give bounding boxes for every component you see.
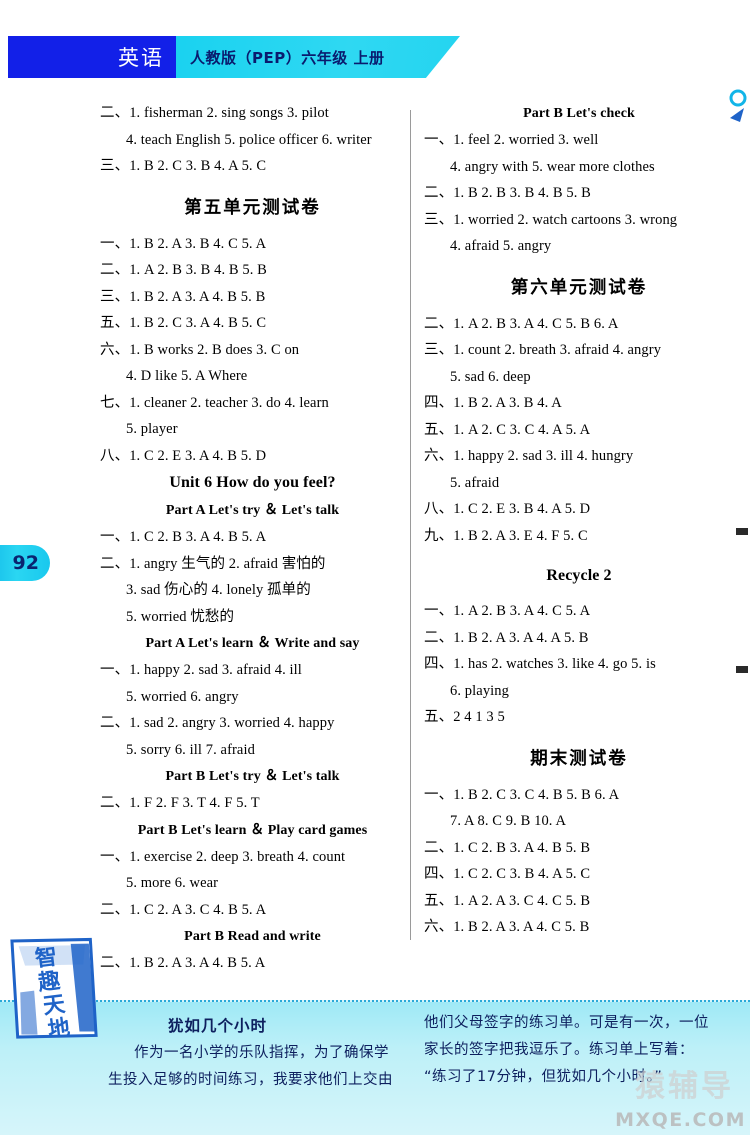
part-heading: Part B Read and write — [184, 929, 321, 944]
answer-line: 七、1. cleaner 2. teacher 3. do 4. learn — [100, 394, 329, 411]
answer-line: 二、1. C 2. A 3. C 4. B 5. A — [100, 901, 267, 918]
part-heading: Part A Let's try ＆ Let's talk — [165, 503, 340, 518]
answers-column-left: 二、1. fisherman 2. sing songs 3. pilot 4. … — [100, 100, 405, 977]
answer-line: 二、1. B 2. B 3. B 4. B 5. B — [424, 185, 591, 201]
answer-line: 4. afraid 5. angry — [450, 238, 552, 254]
answer-line: 5. afraid — [450, 474, 500, 491]
story-line: 作为一名小学的乐队指挥，为了确保学 — [134, 1045, 389, 1061]
answer-line: 一、1. A 2. B 3. A 4. C 5. A — [424, 603, 591, 619]
story-line: 家长的签字把我逗乐了。练习单上写着： — [424, 1042, 694, 1058]
answer-line: 八、1. C 2. E 3. A 4. B 5. D — [100, 447, 267, 464]
answer-line: 五、1. A 2. C 3. C 4. A 5. A — [424, 421, 591, 438]
answers-column-right: Part B Let's check 一、1. feel 2. worried 3… — [424, 100, 734, 941]
answer-line: 二、1. A 2. B 3. B 4. B 5. B — [100, 262, 267, 278]
unit-heading: Unit 6 How do you feel? — [169, 474, 336, 491]
answer-line: 六、1. B works 2. B does 3. C on — [100, 341, 300, 358]
answer-line: 四、1. has 2. watches 3. like 4. go 5. is — [424, 656, 656, 672]
answer-line: 4. teach English 5. police officer 6. wr… — [126, 131, 372, 148]
answer-line: 一、1. C 2. B 3. A 4. B 5. A — [100, 529, 267, 545]
story-title: 犹如几个小时 — [168, 1017, 268, 1035]
part-heading: Part B Let's try ＆ Let's talk — [165, 769, 340, 784]
answer-line: 3. sad 伤心的 4. lonely 孤单的 — [126, 582, 311, 598]
answer-line: 7. A 8. C 9. B 10. A — [450, 813, 567, 829]
answer-line: 4. angry with 5. wear more clothes — [450, 158, 655, 175]
footer-story-band: 犹如几个小时 作为一名小学的乐队指挥，为了确保学生投入足够的时间练习，我要求他们… — [0, 1000, 750, 1135]
story-text-left: 作为一名小学的乐队指挥，为了确保学生投入足够的时间练习，我要求他们上交由 — [108, 1040, 408, 1094]
column-divider — [410, 110, 411, 940]
ribbon-graphic: 智 趣 天 地 — [10, 937, 98, 1043]
answer-line: 四、1. C 2. C 3. B 4. A 5. C — [424, 866, 591, 882]
answer-line: 四、1. B 2. A 3. B 4. A — [424, 395, 562, 411]
answer-line: 二、1. fisherman 2. sing songs 3. pilot — [100, 105, 329, 121]
test-section-heading: 期末测试卷 — [530, 748, 628, 769]
edge-mark-icon — [736, 666, 748, 673]
answer-content: 二、1. fisherman 2. sing songs 3. pilot 4. … — [0, 100, 750, 980]
answer-line: 4. D like 5. A Where — [126, 368, 248, 384]
answer-line: 二、1. B 2. A 3. A 4. A 5. B — [424, 629, 589, 646]
watermark-cn: 猿辅导 — [635, 1069, 734, 1104]
part-heading: Part B Let's learn ＆ Play card games — [137, 822, 368, 838]
answer-line: 三、1. B 2. C 3. B 4. A 5. C — [100, 158, 267, 174]
edition-label: 人教版（PEP）六年级 上册 — [190, 48, 385, 67]
svg-text:智: 智 — [34, 944, 59, 972]
answer-line: 五、2 4 1 3 5 — [424, 709, 505, 725]
answer-line: 三、1. count 2. breath 3. afraid 4. angry — [424, 342, 662, 358]
answer-line: 一、1. B 2. A 3. B 4. C 5. A — [100, 235, 267, 252]
part-heading: Part B Let's check — [523, 106, 635, 121]
test-section-heading: 第五单元测试卷 — [184, 197, 321, 218]
answer-line: 5. more 6. wear — [126, 875, 219, 891]
answer-line: 6. playing — [450, 682, 509, 699]
answer-line: 六、1. B 2. A 3. A 4. C 5. B — [424, 919, 590, 935]
answer-line: 二、1. B 2. A 3. A 4. B 5. A — [100, 955, 266, 971]
story-line: 他们父母签字的练习单。可是有一次，一位 — [424, 1015, 709, 1031]
answer-line: 二、1. sad 2. angry 3. worried 4. happy — [100, 715, 335, 731]
answer-line: 一、1. happy 2. sad 3. afraid 4. ill — [100, 662, 302, 678]
answer-key-page: 英语 人教版（PEP）六年级 上册 92 二、1. fisherman 2. s… — [0, 0, 750, 1135]
answer-line: 二、1. F 2. F 3. T 4. F 5. T — [100, 795, 260, 811]
watermark-en: MXQE.COM — [615, 1109, 746, 1131]
answer-line: 八、1. C 2. E 3. B 4. A 5. D — [424, 501, 591, 517]
story-line: 生投入足够的时间练习，我要求他们上交由 — [108, 1072, 393, 1088]
subject-block: 英语 — [8, 36, 176, 78]
answer-line: 一、1. feel 2. worried 3. well — [424, 132, 599, 148]
answer-line: 三、1. B 2. A 3. A 4. B 5. B — [100, 288, 266, 305]
answer-line: 5. player — [126, 421, 178, 437]
corner-decoration-icon — [729, 89, 747, 122]
answer-line: 五、1. A 2. A 3. C 4. C 5. B — [424, 892, 591, 909]
answer-line: 5. worried 忧愁的 — [126, 608, 235, 625]
answer-line: 二、1. A 2. B 3. A 4. C 5. B 6. A — [424, 315, 619, 332]
part-heading: Part A Let's learn ＆ Write and say — [145, 636, 360, 651]
edge-mark-icon — [736, 528, 748, 535]
answer-line: 5. sorry 6. ill 7. afraid — [126, 741, 255, 758]
svg-text:地: 地 — [47, 1016, 72, 1043]
answer-line: 五、1. B 2. C 3. A 4. B 5. C — [100, 315, 267, 331]
answer-line: 九、1. B 2. A 3. E 4. F 5. C — [424, 527, 588, 544]
answer-line: 二、1. C 2. B 3. A 4. B 5. B — [424, 839, 591, 856]
unit-heading: Recycle 2 — [546, 567, 612, 584]
answer-line: 5. sad 6. deep — [450, 368, 531, 385]
subject-label: 英语 — [118, 46, 164, 70]
answer-line: 二、1. angry 生气的 2. afraid 害怕的 — [100, 555, 326, 572]
test-section-heading: 第六单元测试卷 — [510, 277, 648, 298]
fun-corner-ribbon: 智 趣 天 地 — [4, 928, 108, 1048]
answer-line: 三、1. worried 2. watch cartoons 3. wrong — [424, 211, 678, 228]
page-header-banner: 英语 人教版（PEP）六年级 上册 — [8, 36, 460, 78]
answer-line: 5. worried 6. angry — [126, 688, 239, 705]
answer-line: 一、1. exercise 2. deep 3. breath 4. count — [100, 848, 346, 865]
answer-line: 一、1. B 2. C 3. C 4. B 5. B 6. A — [424, 786, 620, 803]
edition-block: 人教版（PEP）六年级 上册 — [176, 36, 460, 78]
answer-line: 六、1. happy 2. sad 3. ill 4. hungry — [424, 448, 634, 464]
